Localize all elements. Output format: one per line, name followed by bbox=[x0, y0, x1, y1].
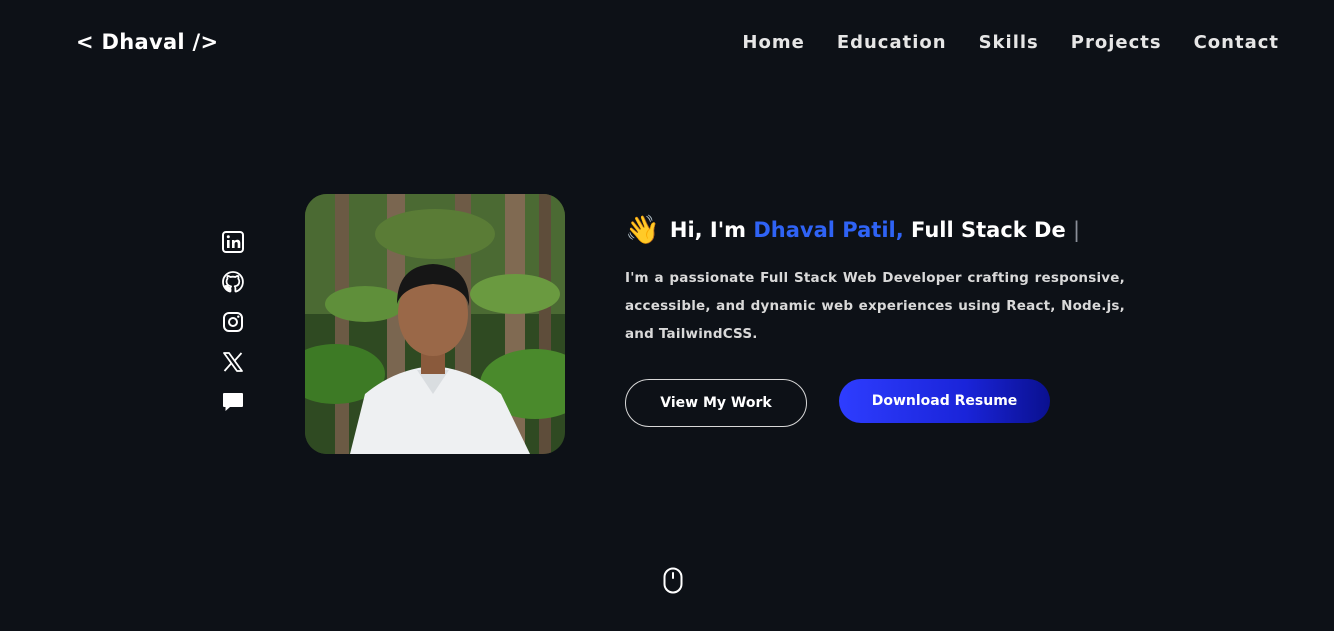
download-resume-button[interactable]: Download Resume bbox=[839, 379, 1050, 423]
greeting-prefix: Hi, I'm bbox=[669, 218, 747, 242]
nav-projects[interactable]: Projects bbox=[1071, 32, 1162, 53]
view-work-button[interactable]: View My Work bbox=[625, 379, 807, 427]
developer-name: Dhaval Patil, bbox=[753, 218, 904, 242]
profile-photo bbox=[305, 194, 565, 454]
portfolio-page: < Dhaval /> Home Education Skills Projec… bbox=[0, 0, 1334, 631]
typing-cursor: | bbox=[1073, 218, 1081, 242]
nav-contact[interactable]: Contact bbox=[1194, 32, 1279, 53]
site-logo[interactable]: < Dhaval /> bbox=[76, 30, 218, 54]
mouse-icon[interactable] bbox=[663, 567, 683, 594]
instagram-icon[interactable] bbox=[221, 310, 245, 334]
greeting-heading: 👋 Hi, I'm Dhaval Patil, Full Stack De | bbox=[625, 216, 1125, 244]
intro-section: 👋 Hi, I'm Dhaval Patil, Full Stack De | … bbox=[625, 216, 1125, 362]
nav-education[interactable]: Education bbox=[837, 32, 947, 53]
wave-emoji: 👋 bbox=[625, 213, 660, 246]
linkedin-icon[interactable] bbox=[221, 230, 245, 254]
nav-skills[interactable]: Skills bbox=[979, 32, 1039, 53]
main-nav: Home Education Skills Projects Contact bbox=[742, 32, 1279, 53]
social-links bbox=[221, 230, 245, 414]
bio-text: I'm a passionate Full Stack Web Develope… bbox=[625, 270, 1125, 342]
nav-home[interactable]: Home bbox=[742, 32, 804, 53]
chat-icon[interactable] bbox=[221, 390, 245, 414]
hero-buttons: View My Work Download Resume bbox=[625, 379, 1050, 427]
typed-role: Full Stack De bbox=[911, 218, 1066, 242]
github-icon[interactable] bbox=[221, 270, 245, 294]
x-icon[interactable] bbox=[221, 350, 245, 374]
